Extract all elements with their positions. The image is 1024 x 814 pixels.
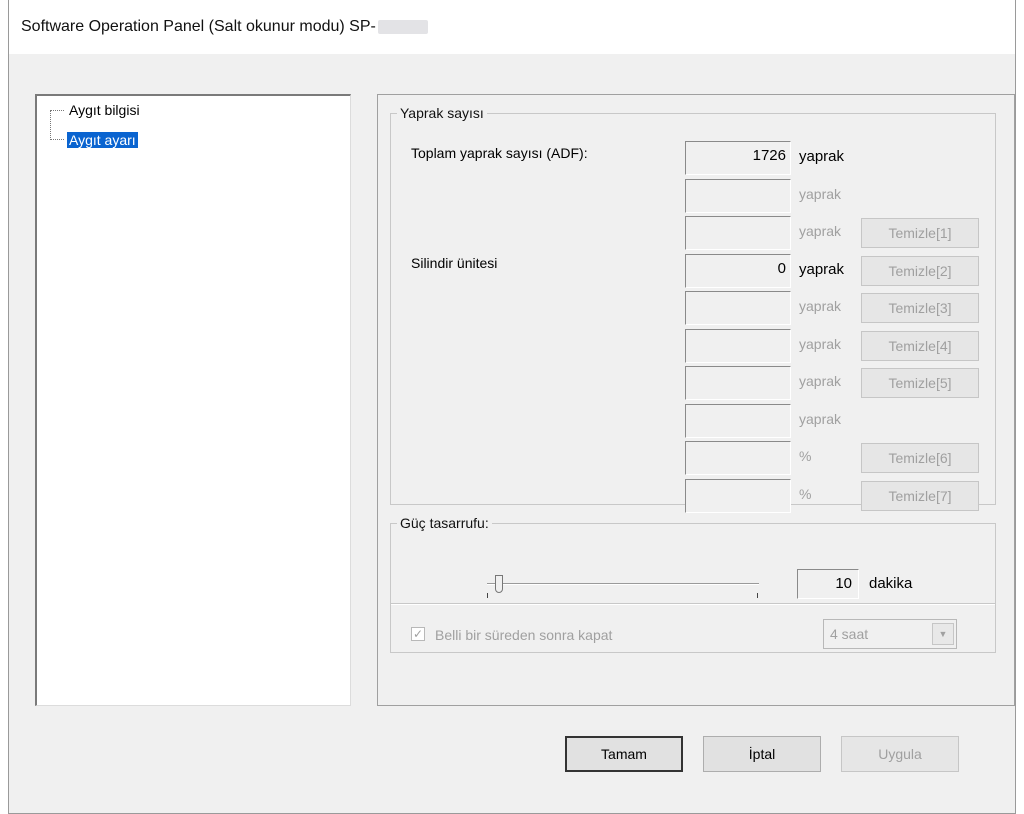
counter-unit: yaprak: [799, 373, 842, 389]
counter-field: [685, 216, 791, 250]
counter-field: [685, 441, 791, 475]
software-operation-panel-window: Software Operation Panel (Salt okunur mo…: [8, 0, 1016, 814]
power-saving-legend: Güç tasarrufu:: [400, 515, 489, 531]
tree-item-device-info[interactable]: Aygıt bilgisi: [67, 102, 142, 118]
counter-unit: yaprak: [799, 261, 845, 278]
counter-unit: %: [799, 486, 812, 502]
title-bar: Software Operation Panel (Salt okunur mo…: [9, 0, 1015, 54]
counter-unit: %: [799, 448, 812, 464]
counter-unit: yaprak: [799, 186, 842, 202]
slider-tick: [487, 593, 488, 598]
power-saving-slider-thumb[interactable]: [495, 575, 503, 593]
counter-field: [685, 404, 791, 438]
redacted-model-number: [377, 19, 428, 34]
clear-counter-button[interactable]: Temizle[2]: [861, 256, 979, 286]
counter-field: 1726: [685, 141, 791, 175]
clear-counter-button[interactable]: Temizle[1]: [861, 218, 979, 248]
apply-button[interactable]: Uygula: [841, 736, 959, 772]
total-sheets-label: Toplam yaprak sayısı (ADF):: [411, 145, 588, 161]
tree-connector: [50, 110, 64, 111]
counter-unit: yaprak: [799, 336, 842, 352]
power-saving-group: Güç tasarrufu: 10 dakika ✓ Belli bir sür…: [390, 515, 996, 653]
settings-panel: Yaprak sayısı Toplam yaprak sayısı (ADF)…: [377, 94, 1015, 706]
counter-field: [685, 366, 791, 400]
counter-unit: yaprak: [799, 148, 845, 165]
counter-field: [685, 179, 791, 213]
divider: [391, 603, 995, 605]
chevron-down-icon[interactable]: ▼: [932, 623, 954, 645]
power-saving-slider-track[interactable]: [487, 583, 759, 585]
roller-unit-label: Silindir ünitesi: [411, 255, 498, 271]
clear-counter-button[interactable]: Temizle[5]: [861, 368, 979, 398]
window-title: Software Operation Panel (Salt okunur mo…: [21, 18, 428, 36]
sheet-counter-group: Yaprak sayısı Toplam yaprak sayısı (ADF)…: [390, 105, 996, 513]
sheet-counter-legend: Yaprak sayısı: [400, 105, 484, 121]
counter-unit: yaprak: [799, 223, 842, 239]
check-icon: ✓: [412, 627, 424, 641]
clear-counter-button[interactable]: Temizle[3]: [861, 293, 979, 323]
counter-field: [685, 479, 791, 513]
shutdown-time-value: 4 saat: [830, 626, 869, 642]
tree-connector: [50, 110, 51, 140]
counter-field: [685, 329, 791, 363]
tree-connector: [50, 139, 64, 140]
minutes-field[interactable]: 10: [797, 569, 859, 599]
clear-counter-button[interactable]: Temizle[6]: [861, 443, 979, 473]
counter-field: [685, 291, 791, 325]
clear-counter-button[interactable]: Temizle[7]: [861, 481, 979, 511]
counter-unit: yaprak: [799, 411, 842, 427]
shutdown-checkbox[interactable]: ✓: [411, 627, 425, 641]
settings-tree[interactable]: Aygıt bilgisi Aygıt ayarı: [35, 94, 351, 706]
cancel-button[interactable]: İptal: [703, 736, 821, 772]
shutdown-label: Belli bir süreden sonra kapat: [435, 627, 613, 643]
window-title-text: Software Operation Panel (Salt okunur mo…: [21, 18, 376, 35]
counter-unit: yaprak: [799, 298, 842, 314]
minutes-unit: dakika: [869, 575, 913, 592]
slider-tick: [757, 593, 758, 598]
clear-counter-button[interactable]: Temizle[4]: [861, 331, 979, 361]
counter-field: 0: [685, 254, 791, 288]
ok-button[interactable]: Tamam: [565, 736, 683, 772]
tree-item-device-settings[interactable]: Aygıt ayarı: [67, 132, 138, 148]
shutdown-time-select[interactable]: 4 saat ▼: [823, 619, 957, 649]
